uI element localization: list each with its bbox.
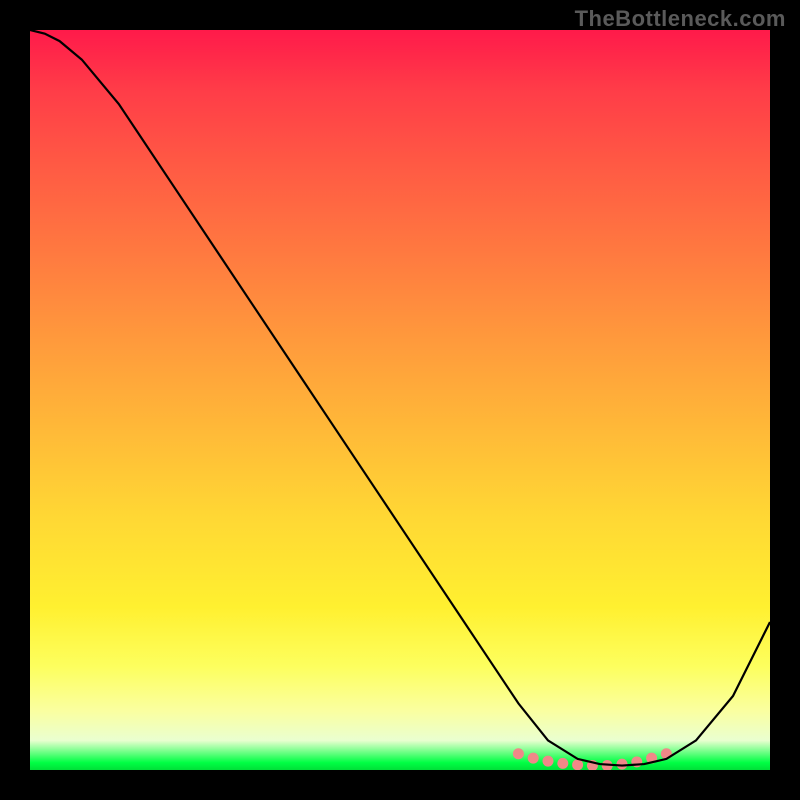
trough-dot — [513, 748, 524, 759]
trough-dot — [617, 759, 628, 770]
chart-plot-area — [30, 30, 770, 770]
trough-dot — [528, 753, 539, 764]
highlight-trough — [513, 748, 672, 770]
trough-dot — [543, 756, 554, 767]
curve-line — [30, 30, 770, 766]
trough-dot — [557, 758, 568, 769]
chart-svg — [30, 30, 770, 770]
watermark-text: TheBottleneck.com — [575, 6, 786, 32]
